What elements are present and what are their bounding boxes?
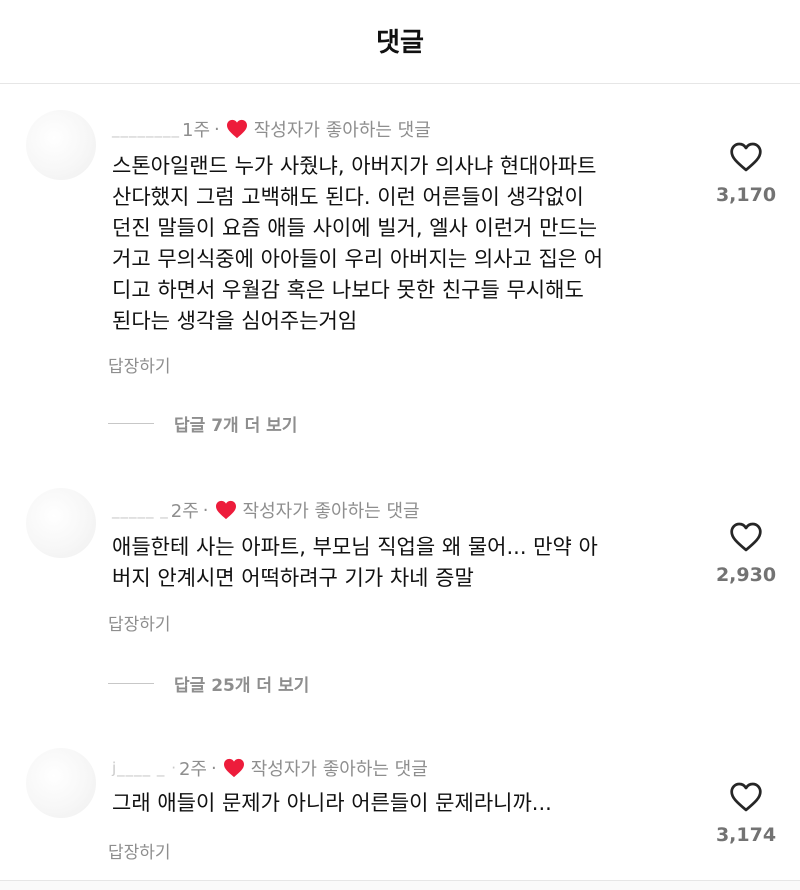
like-count: 2,930 bbox=[715, 564, 777, 586]
comment-line: 스톤아일랜드 누가 사줬냐, 아버지가 의사냐 현대아파트 bbox=[112, 154, 597, 178]
comment-meta: _____ _ 2주 · 작성자가 좋아하는 댓글 bbox=[112, 497, 420, 523]
comments-header: 댓글 bbox=[0, 0, 800, 84]
view-more-replies[interactable]: 답글 7개 더 보기 bbox=[108, 411, 298, 436]
heart-filled-icon bbox=[215, 500, 236, 520]
avatar[interactable] bbox=[26, 110, 96, 180]
separator: · bbox=[211, 757, 217, 779]
comment-line: 던진 말들이 요즘 애들 사이에 빌거, 엘사 이런거 만드는 bbox=[112, 216, 598, 240]
heart-outline-icon[interactable] bbox=[729, 142, 763, 172]
heart-filled-icon bbox=[223, 758, 244, 778]
like-control: 2,930 bbox=[706, 522, 786, 586]
author-liked-badge: 작성자가 좋아하는 댓글 bbox=[253, 120, 431, 141]
view-more-replies-label: 답글 25개 더 보기 bbox=[174, 675, 310, 696]
reply-button[interactable]: 답장하기 bbox=[108, 610, 171, 635]
comment-meta: ________ 1주 · 작성자가 좋아하는 댓글 bbox=[112, 116, 431, 142]
author-liked-badge: 작성자가 좋아하는 댓글 bbox=[242, 501, 420, 522]
like-control: 3,170 bbox=[706, 142, 786, 206]
avatar[interactable] bbox=[26, 748, 96, 818]
timestamp: 2주 bbox=[170, 501, 199, 522]
like-count: 3,170 bbox=[715, 184, 777, 206]
username[interactable]: ________ bbox=[112, 120, 180, 138]
divider-line bbox=[108, 682, 154, 684]
reply-button[interactable]: 답장하기 bbox=[108, 838, 171, 863]
comment-line: 버지 안계시면 어떡하려구 기가 차네 증말 bbox=[112, 566, 474, 590]
comment-line: 디고 하면서 우월감 혹은 나보다 못한 친구들 무시해도 bbox=[112, 278, 584, 302]
separator: · bbox=[202, 499, 209, 521]
username[interactable]: j____ _ · bbox=[112, 759, 177, 777]
view-more-replies-label: 답글 7개 더 보기 bbox=[174, 415, 298, 436]
heart-outline-icon[interactable] bbox=[729, 522, 763, 552]
reply-button[interactable]: 답장하기 bbox=[108, 352, 171, 377]
separator: · bbox=[214, 118, 220, 140]
username[interactable]: _____ _ bbox=[112, 501, 169, 519]
comment-line: 애들한테 사는 아파트, 부모님 직업을 왜 물어... 만약 아 bbox=[112, 535, 598, 559]
like-count: 3,174 bbox=[715, 824, 777, 846]
avatar[interactable] bbox=[26, 488, 96, 558]
comment-line: 산다했지 그럼 고백해도 된다. 이런 어른들이 생각없이 bbox=[112, 185, 584, 209]
heart-outline-icon[interactable] bbox=[729, 782, 763, 812]
comment-text: 애들한테 사는 아파트, 부모님 직업을 왜 물어... 만약 아 버지 안계시… bbox=[112, 532, 692, 594]
author-liked-badge: 작성자가 좋아하는 댓글 bbox=[250, 759, 428, 780]
comment-line: 그래 애들이 문제가 아니라 어른들이 문제라니까... bbox=[112, 791, 552, 815]
timestamp: 1주 bbox=[182, 120, 211, 141]
divider-line bbox=[108, 422, 154, 424]
view-more-replies[interactable]: 답글 25개 더 보기 bbox=[108, 671, 310, 696]
timestamp: 2주 bbox=[178, 759, 207, 780]
comment-line: 거고 무의식중에 아아들이 우리 아버지는 의사고 집은 어 bbox=[112, 247, 604, 271]
comment-text: 스톤아일랜드 누가 사줬냐, 아버지가 의사냐 현대아파트 산다했지 그럼 고백… bbox=[112, 151, 692, 337]
comment-meta: j____ _ · 2주 · 작성자가 좋아하는 댓글 bbox=[112, 755, 428, 781]
like-control: 3,174 bbox=[706, 782, 786, 846]
comment-text: 그래 애들이 문제가 아니라 어른들이 문제라니까... bbox=[112, 788, 692, 819]
heart-filled-icon bbox=[226, 119, 247, 139]
page-title: 댓글 bbox=[376, 28, 424, 58]
comment-line: 된다는 생각을 심어주는거임 bbox=[112, 309, 358, 333]
